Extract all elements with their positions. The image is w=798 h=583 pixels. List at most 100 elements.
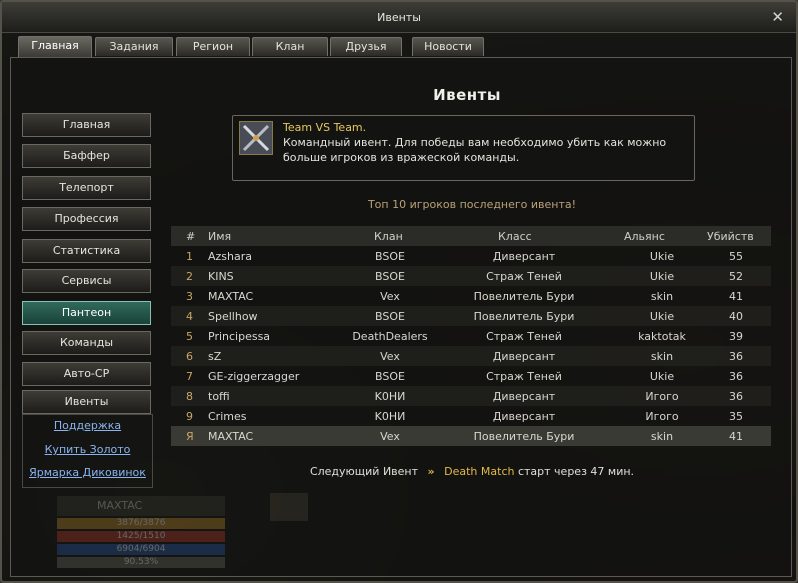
- tab-friends[interactable]: Друзья: [330, 37, 402, 56]
- sidebar-item-pantheon[interactable]: Пантеон: [22, 301, 151, 325]
- event-description: Командный ивент. Для победы вам необходи…: [283, 136, 667, 164]
- class-cell: Диверсант: [492, 410, 556, 423]
- chevron-right-icon: »: [427, 465, 435, 478]
- kills-cell: 40: [729, 310, 743, 323]
- page-title: Ивенты: [433, 86, 501, 104]
- clan-cell: BSOE: [375, 270, 405, 283]
- clan-cell: Vex: [380, 290, 400, 303]
- character-status-panel: MAXTAC 3876/3876 1425/1510 6904/6904 90.…: [57, 496, 225, 578]
- alliance-cell: skin: [650, 430, 674, 443]
- buy-gold-link[interactable]: Купить Золото: [23, 443, 152, 456]
- alliance-cell: skin: [650, 290, 674, 303]
- name-cell: MAXTAC: [208, 290, 254, 303]
- cp-bar: 3876/3876: [57, 518, 225, 529]
- name-cell: sZ: [208, 350, 222, 363]
- character-name: MAXTAC: [57, 496, 225, 516]
- alliance-cell: skin: [650, 350, 674, 363]
- hp-bar: 1425/1510: [57, 531, 225, 542]
- sidebar-item-events[interactable]: Ивенты: [22, 390, 151, 414]
- name-cell: KINS: [208, 270, 234, 283]
- sidebar-item-buffer[interactable]: Баффер: [22, 144, 151, 168]
- tab-news[interactable]: Новости: [412, 37, 484, 56]
- clan-cell: BSOE: [375, 250, 405, 263]
- rank-cell: 3: [186, 290, 193, 303]
- alliance-cell: Игого: [645, 390, 679, 403]
- class-cell: Повелитель Бури: [473, 430, 575, 443]
- rank-cell: 4: [186, 310, 193, 323]
- col-alliance: Альянс: [624, 230, 665, 243]
- sidebar-item-services[interactable]: Сервисы: [22, 269, 151, 293]
- col-kills: Убийств: [707, 230, 754, 243]
- tab-quests[interactable]: Задания: [95, 37, 173, 56]
- sidebar-item-statistics[interactable]: Статистика: [22, 239, 151, 263]
- kills-cell: 41: [729, 290, 743, 303]
- kills-cell: 36: [729, 350, 743, 363]
- sidebar-item-profession[interactable]: Профессия: [22, 207, 151, 231]
- target-icon: [270, 493, 308, 521]
- name-cell: Principessa: [208, 330, 271, 343]
- table-row: 3 MAXTAC Vex Повелитель Бури skin 41: [171, 286, 771, 306]
- clan-cell: BSOE: [375, 370, 405, 383]
- class-cell: Повелитель Бури: [473, 310, 575, 323]
- clan-cell: BSOE: [375, 310, 405, 323]
- table-row: 5 Principessa DeathDealers Страж Теней kakto…: [171, 326, 771, 346]
- alliance-cell: Ukie: [649, 270, 675, 283]
- top10-caption: Топ 10 игроков последнего ивента!: [367, 198, 577, 211]
- alliance-cell: Ukie: [649, 250, 675, 263]
- tab-region[interactable]: Регион: [176, 37, 250, 56]
- class-cell: Диверсант: [492, 250, 556, 263]
- tab-main[interactable]: Главная: [18, 36, 92, 57]
- name-cell: Azshara: [208, 250, 253, 263]
- next-event-name[interactable]: Death Match: [444, 465, 514, 478]
- tab-clan[interactable]: Клан: [252, 37, 328, 56]
- col-rank: #: [186, 230, 196, 243]
- class-cell: Страж Теней: [486, 370, 562, 383]
- alliance-cell: Ukie: [649, 370, 675, 383]
- table-row: 2 KINS BSOE Страж Теней Ukie 52: [171, 266, 771, 286]
- event-title: Team VS Team.: [283, 121, 367, 134]
- events-window: Ивенты ✕ Главная Задания Регион Клан Дру…: [0, 0, 798, 583]
- kills-cell: 52: [729, 270, 743, 283]
- class-cell: Диверсант: [492, 390, 556, 403]
- col-clan: Клан: [374, 230, 403, 243]
- alliance-cell: kaktotak: [638, 330, 686, 343]
- support-link[interactable]: Поддержка: [23, 419, 152, 432]
- name-cell: Crimes: [208, 410, 247, 423]
- kills-cell: 36: [729, 370, 743, 383]
- class-cell: Страж Теней: [486, 330, 562, 343]
- clan-cell: K0HИ: [374, 410, 406, 423]
- rank-cell: 1: [186, 250, 193, 263]
- alliance-cell: Игого: [645, 410, 679, 423]
- rank-cell: 8: [186, 390, 193, 403]
- table-row: 7 GE-ziggerzagger BSOE Страж Теней Ukie 36: [171, 366, 771, 386]
- table-row: 9 Crimes K0HИ Диверсант Игого 35: [171, 406, 771, 426]
- close-icon[interactable]: ✕: [771, 8, 784, 26]
- top-players-table: # Имя Клан Класс Альянс Убийств 1 Azshara…: [171, 226, 771, 446]
- next-event-suffix: старт через 47 мин.: [517, 465, 635, 478]
- exp-bar: 90.53%: [57, 557, 225, 568]
- rank-cell: 2: [186, 270, 193, 283]
- kills-cell: 39: [729, 330, 743, 343]
- rank-cell: 9: [186, 410, 193, 423]
- sidebar-links: Поддержка Купить Золото Ярмарка Диковино…: [22, 414, 153, 488]
- class-cell: Повелитель Бури: [473, 290, 575, 303]
- event-info-box: Team VS Team. Командный ивент. Для побед…: [232, 115, 695, 181]
- name-cell: GE-ziggerzagger: [208, 370, 300, 383]
- sidebar-item-main[interactable]: Главная: [22, 113, 151, 137]
- sidebar-item-auto-cp[interactable]: Авто-CP: [22, 362, 151, 386]
- next-event-line: Следующий Ивент » Death Match старт чере…: [302, 465, 642, 478]
- kills-cell: 55: [729, 250, 743, 263]
- table-header: # Имя Клан Класс Альянс Убийств: [171, 226, 771, 246]
- clan-cell: DeathDealers: [352, 330, 428, 343]
- alliance-cell: Ukie: [649, 310, 675, 323]
- next-event-prefix: Следующий Ивент: [309, 465, 419, 478]
- rank-cell: 6: [186, 350, 193, 363]
- sidebar-item-teleport[interactable]: Телепорт: [22, 176, 151, 200]
- rank-cell: Я: [186, 430, 194, 443]
- crossed-swords-icon: [239, 121, 273, 155]
- name-cell: Spellhow: [208, 310, 258, 323]
- table-row: 4 Spellhow BSOE Повелитель Бури Ukie 40: [171, 306, 771, 326]
- curiosity-fair-link[interactable]: Ярмарка Диковинок: [23, 466, 152, 479]
- window-titlebar[interactable]: Ивенты ✕: [2, 2, 796, 33]
- sidebar-item-teams[interactable]: Команды: [22, 331, 151, 355]
